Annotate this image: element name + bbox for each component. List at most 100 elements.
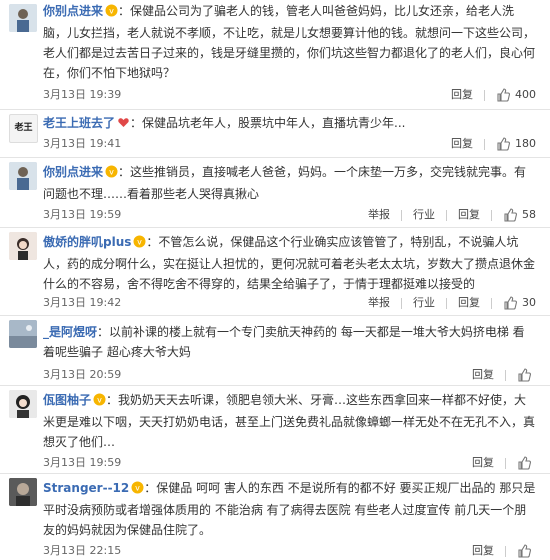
username[interactable]: 你别点进来 (43, 4, 103, 18)
reply-button[interactable]: 回复 (458, 294, 480, 312)
like-button[interactable]: 30 (503, 294, 536, 312)
timestamp: 3月13日 19:39 (43, 88, 122, 101)
vip-badge-icon: v (105, 164, 118, 184)
timestamp: 3月13日 19:41 (43, 137, 122, 150)
like-button[interactable]: 58 (503, 206, 536, 224)
report-button[interactable]: 举报 (368, 206, 390, 224)
reply-button[interactable]: 回复 (472, 454, 494, 472)
vip-badge-icon: v (133, 234, 146, 254)
divider (446, 209, 447, 221)
like-button[interactable]: 180 (496, 135, 536, 153)
comment-item: 傲娇的胖叽plus v ：不管怎么说，保健品这个行业确实应该管管了，特别乱，不说骗人… (0, 228, 550, 316)
report-button[interactable]: 举报 (368, 294, 390, 312)
avatar[interactable] (9, 320, 37, 348)
like-count: 58 (522, 208, 536, 221)
divider (401, 297, 402, 309)
comment-meta: 3月13日 19:39 回复 400 (43, 86, 536, 104)
timestamp: 3月13日 22:15 (43, 544, 122, 557)
username[interactable]: _是阿煜呀 (43, 325, 97, 339)
vip-badge-icon: v (131, 480, 144, 500)
timestamp: 3月13日 19:59 (43, 456, 122, 469)
username[interactable]: 你别点进来 (43, 165, 103, 179)
like-button[interactable] (517, 544, 536, 558)
username[interactable]: 老王上班去了 (43, 116, 115, 130)
comment-body: 佤图柚子 v ：我奶奶天天去听课，领肥皂领大米、牙膏…这些东西拿回来一样都不好使，大… (43, 390, 536, 452)
svg-text:v: v (109, 7, 114, 16)
reply-button[interactable]: 回复 (458, 206, 480, 224)
comment-meta: 3月13日 20:59 回复 (43, 366, 536, 384)
like-button[interactable]: 400 (496, 86, 536, 104)
reply-button[interactable]: 回复 (451, 86, 473, 104)
comment-body: 傲娇的胖叽plus v ：不管怎么说，保健品这个行业确实应该管管了，特别乱，不说骗人… (43, 232, 536, 294)
girl-avatar-icon (9, 232, 37, 260)
comment-meta: 3月13日 19:59 举报 行业 回复 58 (43, 206, 536, 224)
comment-text: ：以前补课的楼上就有一个专门卖航天神药的 每一天都是一堆大爷大妈挤电梯 看着呢些… (43, 325, 525, 359)
like-count: 400 (515, 88, 536, 101)
comment-item: 老王 老王上班去了 ：保健品坑老年人，股票坑中年人，直播坑青少年... 3月13日… (0, 110, 550, 158)
like-button[interactable] (517, 368, 536, 382)
reply-button[interactable]: 回复 (472, 366, 494, 384)
comment-item: 你别点进来 v ：这些推销员，直接喊老人爸爸，妈妈。一个床垫一万多，交完钱就完事。有… (0, 158, 550, 228)
avatar[interactable] (9, 390, 37, 418)
divider (491, 297, 492, 309)
thumbs-up-icon (504, 296, 517, 310)
comment-meta: 3月13日 19:41 回复 180 (43, 135, 536, 153)
divider (505, 369, 506, 381)
divider (484, 89, 485, 101)
like-button[interactable] (517, 456, 536, 470)
comment-meta: 3月13日 19:42 举报 行业 回复 30 (43, 294, 536, 312)
svg-text:v: v (138, 238, 143, 247)
thumbs-up-icon (518, 368, 531, 382)
username[interactable]: 佤图柚子 (43, 393, 91, 407)
comment-actions: 回复 (472, 366, 536, 384)
svg-text:v: v (135, 484, 140, 493)
divider (484, 138, 485, 150)
avatar[interactable] (9, 162, 37, 190)
person-avatar-icon (9, 478, 37, 506)
person-avatar-icon (9, 162, 37, 190)
reply-button[interactable]: 回复 (451, 135, 473, 153)
comment-actions: 回复 (472, 454, 536, 472)
moderate-button[interactable]: 行业 (413, 294, 435, 312)
username[interactable]: 傲娇的胖叽plus (43, 235, 131, 249)
comment-actions: 回复 180 (451, 135, 536, 153)
divider (491, 209, 492, 221)
svg-text:v: v (109, 168, 114, 177)
avatar-label: 老王 (14, 123, 33, 133)
comment-body: _是阿煜呀：以前补课的楼上就有一个专门卖航天神药的 每一天都是一堆大爷大妈挤电梯… (43, 322, 536, 362)
comment-body: Stranger--12 v ：保健品 呵呵 害人的东西 不是说所有的都不好 要买正… (43, 478, 536, 540)
comment-item: Stranger--12 v ：保健品 呵呵 害人的东西 不是说所有的都不好 要买正… (0, 474, 550, 558)
thumbs-up-icon (497, 137, 510, 151)
moderate-button[interactable]: 行业 (413, 206, 435, 224)
person-avatar-icon (9, 4, 37, 32)
heart-badge-icon (117, 115, 130, 135)
thumbs-up-icon (518, 456, 531, 470)
comment-actions: 举报 行业 回复 58 (368, 206, 536, 224)
like-count: 180 (515, 137, 536, 150)
comment-meta: 3月13日 22:15 回复 (43, 542, 536, 560)
svg-text:v: v (97, 396, 102, 405)
divider (401, 209, 402, 221)
thumbs-up-icon (518, 544, 531, 558)
like-count: 30 (522, 296, 536, 309)
avatar[interactable]: 老王 (9, 114, 38, 143)
timestamp: 3月13日 19:59 (43, 208, 122, 221)
divider (505, 545, 506, 557)
avatar[interactable] (9, 232, 37, 260)
girl-avatar-icon (9, 390, 37, 418)
vip-badge-icon: v (105, 3, 118, 23)
comment-meta: 3月13日 19:59 回复 (43, 454, 536, 472)
avatar[interactable] (9, 4, 37, 32)
thumbs-up-icon (504, 208, 517, 222)
comment-body: 老王上班去了 ：保健品坑老年人，股票坑中年人，直播坑青少年... (43, 113, 536, 135)
comment-feed: 你别点进来 v ：保健品公司为了骗老人的钱，管老人叫爸爸妈妈，比儿女还亲，给老人洗脑… (0, 0, 550, 558)
thumbs-up-icon (497, 88, 510, 102)
comment-body: 你别点进来 v ：这些推销员，直接喊老人爸爸，妈妈。一个床垫一万多，交完钱就完事。有… (43, 162, 536, 204)
timestamp: 3月13日 19:42 (43, 296, 122, 309)
avatar[interactable] (9, 478, 37, 506)
username[interactable]: Stranger--12 (43, 481, 129, 495)
reply-button[interactable]: 回复 (472, 542, 494, 560)
comment-item: _是阿煜呀：以前补课的楼上就有一个专门卖航天神药的 每一天都是一堆大爷大妈挤电梯… (0, 316, 550, 386)
comment-item: 你别点进来 v ：保健品公司为了骗老人的钱，管老人叫爸爸妈妈，比儿女还亲，给老人洗脑… (0, 0, 550, 110)
comment-actions: 回复 400 (451, 86, 536, 104)
